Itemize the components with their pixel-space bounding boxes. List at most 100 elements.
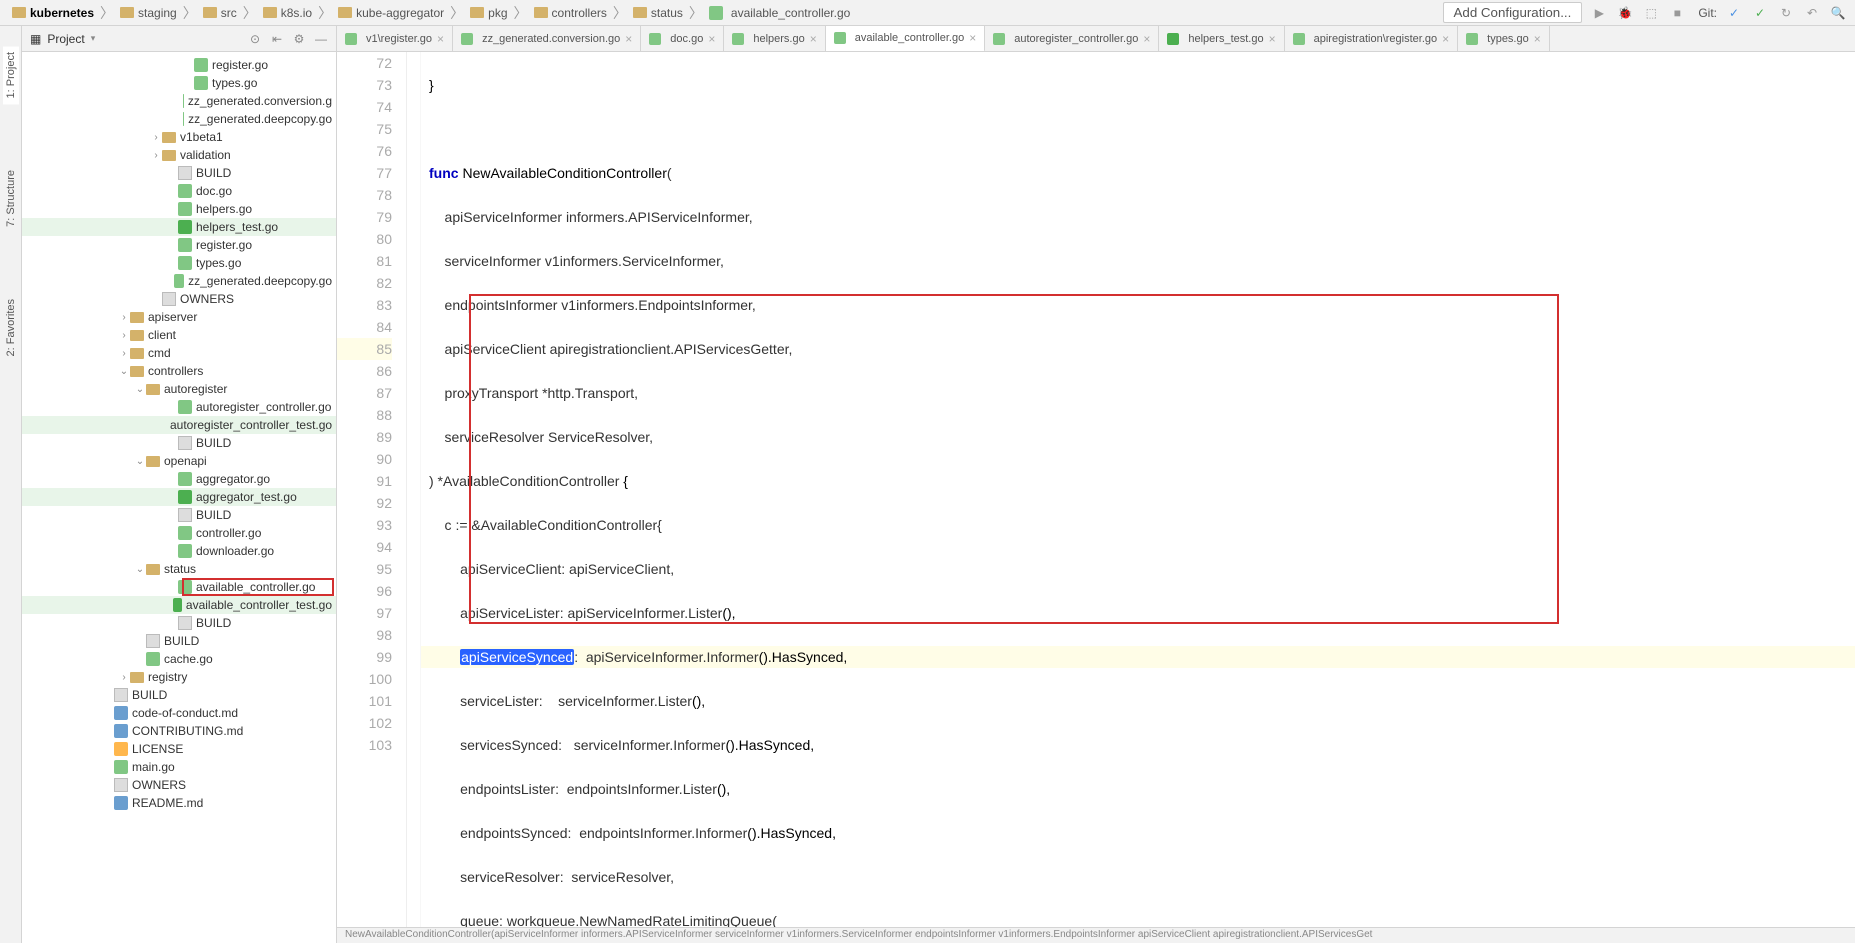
debug-icon[interactable]: 🐞 bbox=[1616, 4, 1634, 22]
expand-icon[interactable]: › bbox=[118, 330, 130, 341]
breadcrumb-item[interactable]: kubernetes bbox=[8, 4, 98, 22]
tree-item[interactable]: available_controller_test.go bbox=[22, 596, 336, 614]
editor-tab[interactable]: available_controller.go× bbox=[826, 26, 985, 52]
tree-item[interactable]: types.go bbox=[22, 74, 336, 92]
gear-icon[interactable]: ⚙ bbox=[292, 32, 306, 46]
tree-item[interactable]: BUILD bbox=[22, 506, 336, 524]
close-icon[interactable]: × bbox=[969, 31, 976, 45]
tree-item[interactable]: aggregator.go bbox=[22, 470, 336, 488]
chevron-down-icon[interactable]: ▾ bbox=[91, 33, 96, 44]
search-icon[interactable]: 🔍 bbox=[1829, 4, 1847, 22]
tree-item[interactable]: BUILD bbox=[22, 614, 336, 632]
editor-tab[interactable]: helpers_test.go× bbox=[1159, 26, 1284, 51]
tree-item[interactable]: ›registry bbox=[22, 668, 336, 686]
editor-tab[interactable]: autoregister_controller.go× bbox=[985, 26, 1159, 51]
expand-icon[interactable]: › bbox=[118, 348, 130, 359]
tree-item[interactable]: downloader.go bbox=[22, 542, 336, 560]
close-icon[interactable]: × bbox=[1442, 32, 1449, 46]
close-icon[interactable]: × bbox=[708, 32, 715, 46]
tree-item[interactable]: zz_generated.deepcopy.go bbox=[22, 110, 336, 128]
project-tree[interactable]: register.gotypes.gozz_generated.conversi… bbox=[22, 52, 336, 943]
close-icon[interactable]: × bbox=[1534, 32, 1541, 46]
tree-item[interactable]: ›cmd bbox=[22, 344, 336, 362]
expand-icon[interactable]: ⌄ bbox=[134, 384, 146, 395]
close-icon[interactable]: × bbox=[437, 32, 444, 46]
expand-icon[interactable]: › bbox=[150, 150, 162, 161]
git-revert-icon[interactable]: ↶ bbox=[1803, 4, 1821, 22]
tree-item[interactable]: controller.go bbox=[22, 524, 336, 542]
tree-item[interactable]: OWNERS bbox=[22, 290, 336, 308]
tree-item[interactable]: main.go bbox=[22, 758, 336, 776]
tree-item[interactable]: BUILD bbox=[22, 164, 336, 182]
tree-item[interactable]: BUILD bbox=[22, 632, 336, 650]
tree-item[interactable]: README.md bbox=[22, 794, 336, 812]
tree-item[interactable]: code-of-conduct.md bbox=[22, 704, 336, 722]
close-icon[interactable]: × bbox=[1269, 32, 1276, 46]
tree-item[interactable]: aggregator_test.go bbox=[22, 488, 336, 506]
close-icon[interactable]: × bbox=[1143, 32, 1150, 46]
vtab-favorites[interactable]: 2: Favorites bbox=[3, 293, 19, 362]
locate-icon[interactable]: ⊙ bbox=[248, 32, 262, 46]
tree-item[interactable]: types.go bbox=[22, 254, 336, 272]
tree-item[interactable]: helpers_test.go bbox=[22, 218, 336, 236]
vtab-project[interactable]: 1: Project bbox=[3, 46, 19, 104]
collapse-icon[interactable]: ⇤ bbox=[270, 32, 284, 46]
tree-item[interactable]: ⌄autoregister bbox=[22, 380, 336, 398]
tree-item[interactable]: doc.go bbox=[22, 182, 336, 200]
breadcrumb-item[interactable]: k8s.io bbox=[259, 4, 316, 22]
expand-icon[interactable]: › bbox=[118, 312, 130, 323]
tree-item[interactable]: BUILD bbox=[22, 434, 336, 452]
git-update-icon[interactable]: ✓ bbox=[1725, 4, 1743, 22]
code-content[interactable]: } func NewAvailableConditionController( … bbox=[421, 52, 1855, 943]
stop-icon[interactable]: ■ bbox=[1668, 4, 1686, 22]
hide-icon[interactable]: — bbox=[314, 32, 328, 46]
coverage-icon[interactable]: ⬚ bbox=[1642, 4, 1660, 22]
run-icon[interactable]: ▶ bbox=[1590, 4, 1608, 22]
tree-item[interactable]: zz_generated.deepcopy.go bbox=[22, 272, 336, 290]
breadcrumb-item[interactable]: staging bbox=[116, 4, 181, 22]
tree-item[interactable]: autoregister_controller_test.go bbox=[22, 416, 336, 434]
tree-item[interactable]: helpers.go bbox=[22, 200, 336, 218]
vtab-structure[interactable]: 7: Structure bbox=[3, 164, 19, 233]
git-commit-icon[interactable]: ✓ bbox=[1751, 4, 1769, 22]
expand-icon[interactable]: ⌄ bbox=[118, 366, 130, 377]
breadcrumb-item[interactable]: kube-aggregator bbox=[334, 4, 448, 22]
tree-item[interactable]: ›v1beta1 bbox=[22, 128, 336, 146]
editor-tab[interactable]: doc.go× bbox=[641, 26, 724, 51]
tree-item[interactable]: OWNERS bbox=[22, 776, 336, 794]
breadcrumb-item[interactable]: controllers bbox=[530, 4, 611, 22]
breadcrumb-item[interactable]: available_controller.go bbox=[705, 4, 854, 22]
editor-tab[interactable]: apiregistration\register.go× bbox=[1285, 26, 1459, 51]
expand-icon[interactable]: ⌄ bbox=[134, 564, 146, 575]
editor-tab[interactable]: types.go× bbox=[1458, 26, 1550, 51]
add-configuration-button[interactable]: Add Configuration... bbox=[1443, 2, 1583, 23]
code-editor[interactable]: 7273747576777879808182838485868788899091… bbox=[337, 52, 1855, 943]
editor-tab[interactable]: v1\register.go× bbox=[337, 26, 453, 51]
project-view-icon[interactable]: ▦ bbox=[30, 32, 41, 46]
tree-item[interactable]: BUILD bbox=[22, 686, 336, 704]
tree-item[interactable]: available_controller.go bbox=[22, 578, 336, 596]
tree-item[interactable]: CONTRIBUTING.md bbox=[22, 722, 336, 740]
tree-item[interactable]: ›validation bbox=[22, 146, 336, 164]
tree-item[interactable]: autoregister_controller.go bbox=[22, 398, 336, 416]
expand-icon[interactable]: › bbox=[150, 132, 162, 143]
tree-item[interactable]: ⌄openapi bbox=[22, 452, 336, 470]
close-icon[interactable]: × bbox=[810, 32, 817, 46]
expand-icon[interactable]: ⌄ bbox=[134, 456, 146, 467]
tree-item[interactable]: zz_generated.conversion.g bbox=[22, 92, 336, 110]
tree-item[interactable]: ⌄controllers bbox=[22, 362, 336, 380]
breadcrumb-item[interactable]: pkg bbox=[466, 4, 511, 22]
close-icon[interactable]: × bbox=[625, 32, 632, 46]
tree-item[interactable]: ›client bbox=[22, 326, 336, 344]
editor-tab[interactable]: zz_generated.conversion.go× bbox=[453, 26, 641, 51]
tree-item[interactable]: register.go bbox=[22, 56, 336, 74]
breadcrumb-item[interactable]: src bbox=[199, 4, 241, 22]
git-history-icon[interactable]: ↻ bbox=[1777, 4, 1795, 22]
tree-item[interactable]: ›apiserver bbox=[22, 308, 336, 326]
editor-tab[interactable]: helpers.go× bbox=[724, 26, 825, 51]
tree-item[interactable]: cache.go bbox=[22, 650, 336, 668]
breadcrumb-item[interactable]: status bbox=[629, 4, 687, 22]
tree-item[interactable]: LICENSE bbox=[22, 740, 336, 758]
expand-icon[interactable]: › bbox=[118, 672, 130, 683]
tree-item[interactable]: register.go bbox=[22, 236, 336, 254]
